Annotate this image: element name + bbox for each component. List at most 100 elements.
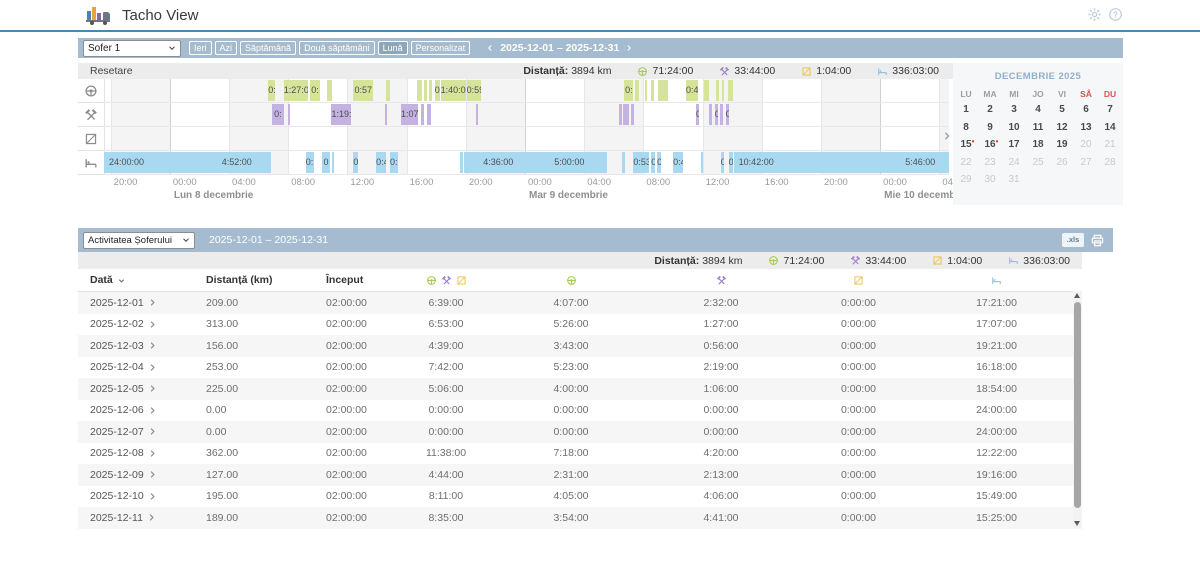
report-select[interactable]: Activitatea Șoferului [83,232,195,249]
app-window: Tacho View ? Sofer 1 IeriAziSăptămânăDou… [0,0,1200,575]
calendar-day[interactable]: 12 [1050,119,1074,137]
expand-row-icon[interactable] [148,492,157,501]
totals-row: Distanță: 3894 km71:24:0033:44:001:04:00… [523,65,955,77]
calendar-day[interactable]: 17 [1002,136,1026,154]
calendar-day[interactable]: 3 [1002,101,1026,119]
expand-row-icon[interactable] [148,406,157,415]
work-bar [619,104,622,125]
calendar-day[interactable]: 1 [954,101,978,119]
calendar-day[interactable]: 13 [1074,119,1098,137]
calendar-day[interactable]: 5 [1050,101,1074,119]
expand-row-icon[interactable] [148,449,157,458]
preset-button[interactable]: Două săptămâni [299,41,375,55]
time-axis: 20:0000:0004:0008:0012:0016:0020:0000:00… [104,175,949,188]
table-scrollbar[interactable] [1073,291,1082,528]
value-cell: 0:00:00 [646,404,796,416]
table-row[interactable]: 2025-12-05225.0002:00:005:06:004:00:001:… [78,378,1082,400]
calendar-day[interactable]: 10 [1002,119,1026,137]
preset-button[interactable]: Săptămână [240,41,296,55]
value-cell: 0:00:00 [496,426,646,438]
calendar-day[interactable]: 7 [1098,101,1122,119]
tools-icon [716,275,727,286]
expand-row-icon[interactable] [148,363,157,372]
table-row[interactable]: 2025-12-04253.0002:00:007:42:005:23:002:… [78,357,1082,379]
day-label: Lun 8 decembrie [170,190,253,201]
scroll-up-icon[interactable] [1074,293,1080,298]
scroll-down-icon[interactable] [1074,521,1080,526]
value-cell: 8:11:00 [396,490,496,502]
next-range-icon[interactable] [625,44,633,52]
table-row[interactable]: 2025-12-08362.0002:00:0011:38:007:18:004… [78,443,1082,465]
rest-bar [460,152,462,173]
expand-row-icon[interactable] [148,384,157,393]
expand-row-icon[interactable] [148,320,157,329]
calendar-day[interactable]: 9 [978,119,1002,137]
rest-bar: 4:36:00 [464,152,532,173]
value-cell: 1:27:00 [646,318,796,330]
scroll-right-icon[interactable] [942,129,952,143]
value-cell: 0:00:00 [796,447,921,459]
calendar-day[interactable]: 4 [1026,101,1050,119]
calendar-day[interactable]: 11 [1026,119,1050,137]
value-cell: 4:05:00 [496,490,646,502]
weekday-label: VI [1050,87,1074,101]
calendar-day[interactable]: 6 [1074,101,1098,119]
table-row[interactable]: 2025-12-01209.0002:00:006:39:004:07:002:… [78,292,1082,314]
expand-row-icon[interactable] [148,427,157,436]
work-bar [421,104,424,125]
table-row[interactable]: 2025-12-11189.0002:00:008:35:003:54:004:… [78,507,1082,529]
print-icon[interactable] [1090,233,1105,248]
table-row[interactable]: 2025-12-02313.0002:00:006:53:005:26:001:… [78,314,1082,336]
col-header[interactable]: Dată [78,274,206,286]
settings-gear-icon[interactable] [1087,7,1102,22]
value-cell: 02:00:00 [326,340,396,352]
value-cell: 0.00 [206,426,326,438]
calendar-day[interactable]: 18 [1026,136,1050,154]
value-cell: 2:31:00 [496,469,646,481]
table-row[interactable]: 2025-12-10195.0002:00:008:11:004:05:004:… [78,486,1082,508]
reset-button[interactable]: Resetare [78,65,133,77]
avail-icon [801,66,812,77]
avail-icon [932,255,943,266]
scrollbar-thumb[interactable] [1074,302,1081,508]
expand-row-icon[interactable] [148,341,157,350]
value-cell: 0:00:00 [796,426,921,438]
activity-row-icon-rest [78,151,104,175]
value-cell: 156.00 [206,340,326,352]
distance-total: Distanță: 3894 km [654,255,742,267]
total-drive: 71:24:00 [768,255,824,267]
expand-row-icon[interactable] [147,513,156,522]
calendar-day[interactable]: 19 [1050,136,1074,154]
table-row[interactable]: 2025-12-03156.0002:00:004:39:003:43:000:… [78,335,1082,357]
table-row[interactable]: 2025-12-070.0002:00:000:00:000:00:000:00… [78,421,1082,443]
chevron-down-icon [168,44,176,52]
preset-button[interactable]: Personalizat [411,41,471,55]
table-row[interactable]: 2025-12-060.0002:00:000:00:000:00:000:00… [78,400,1082,422]
sort-icon[interactable] [117,276,126,285]
weekday-label: MA [978,87,1002,101]
table-body: 2025-12-01209.0002:00:006:39:004:07:002:… [78,292,1082,529]
rest-bar [701,152,703,173]
table-row[interactable]: 2025-12-09127.0002:00:004:44:002:31:002:… [78,464,1082,486]
driver-select[interactable]: Sofer 1 [83,40,181,57]
calendar-day[interactable]: 15• [954,136,978,154]
prev-range-icon[interactable] [486,44,494,52]
calendar-day[interactable]: 16• [978,136,1002,154]
expand-row-icon[interactable] [148,298,157,307]
help-icon[interactable]: ? [1108,7,1123,22]
value-cell: 7:42:00 [396,361,496,373]
value-cell: 362.00 [206,447,326,459]
day-label: Mar 9 decembrie [525,190,608,201]
bed-icon [877,66,888,77]
value-cell: 19:16:00 [921,469,1072,481]
preset-button[interactable]: Ieri [189,41,212,55]
preset-button[interactable]: Lună [378,41,408,55]
total-rest: 336:03:00 [877,65,939,77]
calendar-day[interactable]: 2 [978,101,1002,119]
expand-row-icon[interactable] [148,470,157,479]
preset-button[interactable]: Azi [215,41,238,55]
calendar-day[interactable]: 8 [954,119,978,137]
value-cell: 02:00:00 [326,490,396,502]
export-xls-button[interactable]: .xls [1062,233,1084,247]
calendar-day[interactable]: 14 [1098,119,1122,137]
